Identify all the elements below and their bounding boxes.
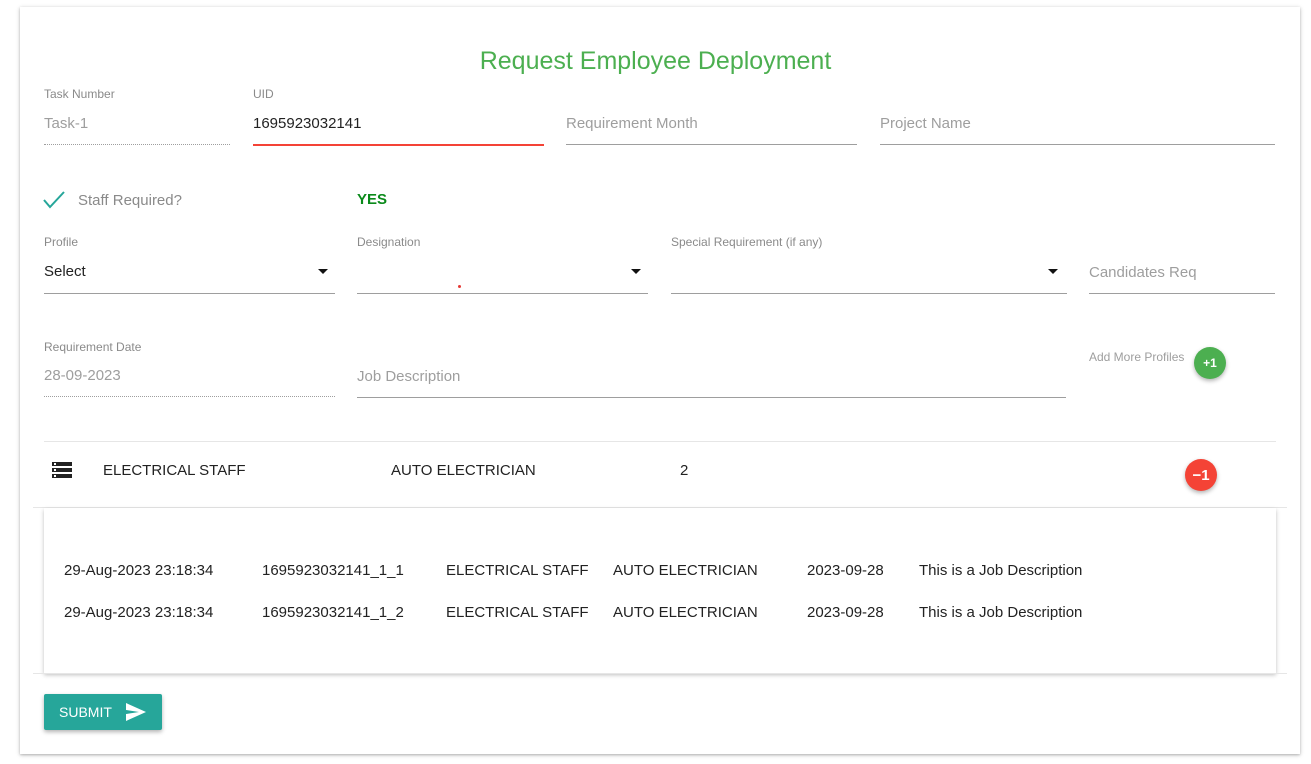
row-designation: AUTO ELECTRICIAN [391, 462, 536, 479]
detail-timestamp: 29-Aug-2023 23:18:34 [64, 562, 214, 579]
footer-divider [33, 673, 1287, 674]
candidates-req-underline [1089, 293, 1275, 294]
job-description-input[interactable]: Job Description [357, 368, 460, 385]
details-card [44, 508, 1276, 673]
page-title: Request Employee Deployment [479, 47, 832, 75]
staff-required-checkbox[interactable] [42, 190, 66, 210]
list-icon [52, 462, 72, 483]
job-description-underline [357, 397, 1066, 398]
uid-input[interactable]: 1695923032141 [253, 115, 361, 132]
designation-label: Designation [357, 235, 421, 249]
designation-dropdown-icon [631, 269, 641, 274]
detail-id: 1695923032141_1_1 [262, 562, 404, 579]
special-requirement-underline [671, 293, 1067, 294]
uid-underline [253, 144, 544, 146]
detail-designation: AUTO ELECTRICIAN [613, 562, 758, 579]
task-number-label: Task Number [44, 87, 115, 101]
designation-select[interactable] [357, 258, 648, 292]
candidates-req-input[interactable]: Candidates Req [1089, 264, 1197, 281]
submit-button[interactable]: SUBMIT [44, 694, 162, 730]
requirement-month-underline [566, 144, 857, 145]
detail-profile: ELECTRICAL STAFF [446, 562, 589, 579]
profile-label: Profile [44, 235, 79, 249]
special-requirement-label: Special Requirement (if any) [671, 235, 823, 249]
row-count: 2 [680, 462, 689, 479]
task-number-field: Task-1 [44, 115, 89, 132]
detail-description: This is a Job Description [919, 604, 1083, 621]
special-requirement-dropdown-icon [1048, 269, 1058, 274]
required-dot [458, 285, 461, 288]
project-name-input[interactable]: Project Name [880, 115, 971, 132]
detail-description: This is a Job Description [919, 562, 1083, 579]
uid-label: UID [253, 87, 274, 101]
detail-date: 2023-09-28 [807, 562, 884, 579]
staff-required-label: Staff Required? [78, 192, 182, 209]
requirement-date-underline [44, 396, 335, 397]
requirement-month-input[interactable]: Requirement Month [566, 115, 698, 132]
send-icon [125, 703, 146, 721]
special-requirement-select[interactable] [671, 258, 1067, 292]
row-divider-top [44, 441, 1276, 442]
designation-underline [357, 293, 648, 294]
task-number-underline [44, 144, 230, 145]
detail-date: 2023-09-28 [807, 604, 884, 621]
row-profile: ELECTRICAL STAFF [103, 462, 246, 479]
profile-dropdown-icon [318, 269, 328, 274]
submit-label: SUBMIT [59, 704, 112, 720]
remove-profile-button[interactable]: −1 [1185, 459, 1217, 491]
add-profile-button[interactable]: +1 [1194, 347, 1226, 379]
profile-select-value: Select [44, 263, 86, 280]
staff-required-status: YES [357, 191, 388, 208]
detail-profile: ELECTRICAL STAFF [446, 604, 589, 621]
detail-timestamp: 29-Aug-2023 23:18:34 [64, 604, 214, 621]
checkmark-icon [43, 191, 65, 209]
requirement-date-input[interactable]: 28-09-2023 [44, 367, 121, 384]
add-more-profiles-label: Add More Profiles [1089, 350, 1185, 364]
profile-underline [44, 293, 335, 294]
requirement-date-label: Requirement Date [44, 340, 142, 354]
profile-select[interactable]: Select [44, 258, 335, 292]
project-name-underline [880, 144, 1275, 145]
detail-id: 1695923032141_1_2 [262, 604, 404, 621]
detail-designation: AUTO ELECTRICIAN [613, 604, 758, 621]
